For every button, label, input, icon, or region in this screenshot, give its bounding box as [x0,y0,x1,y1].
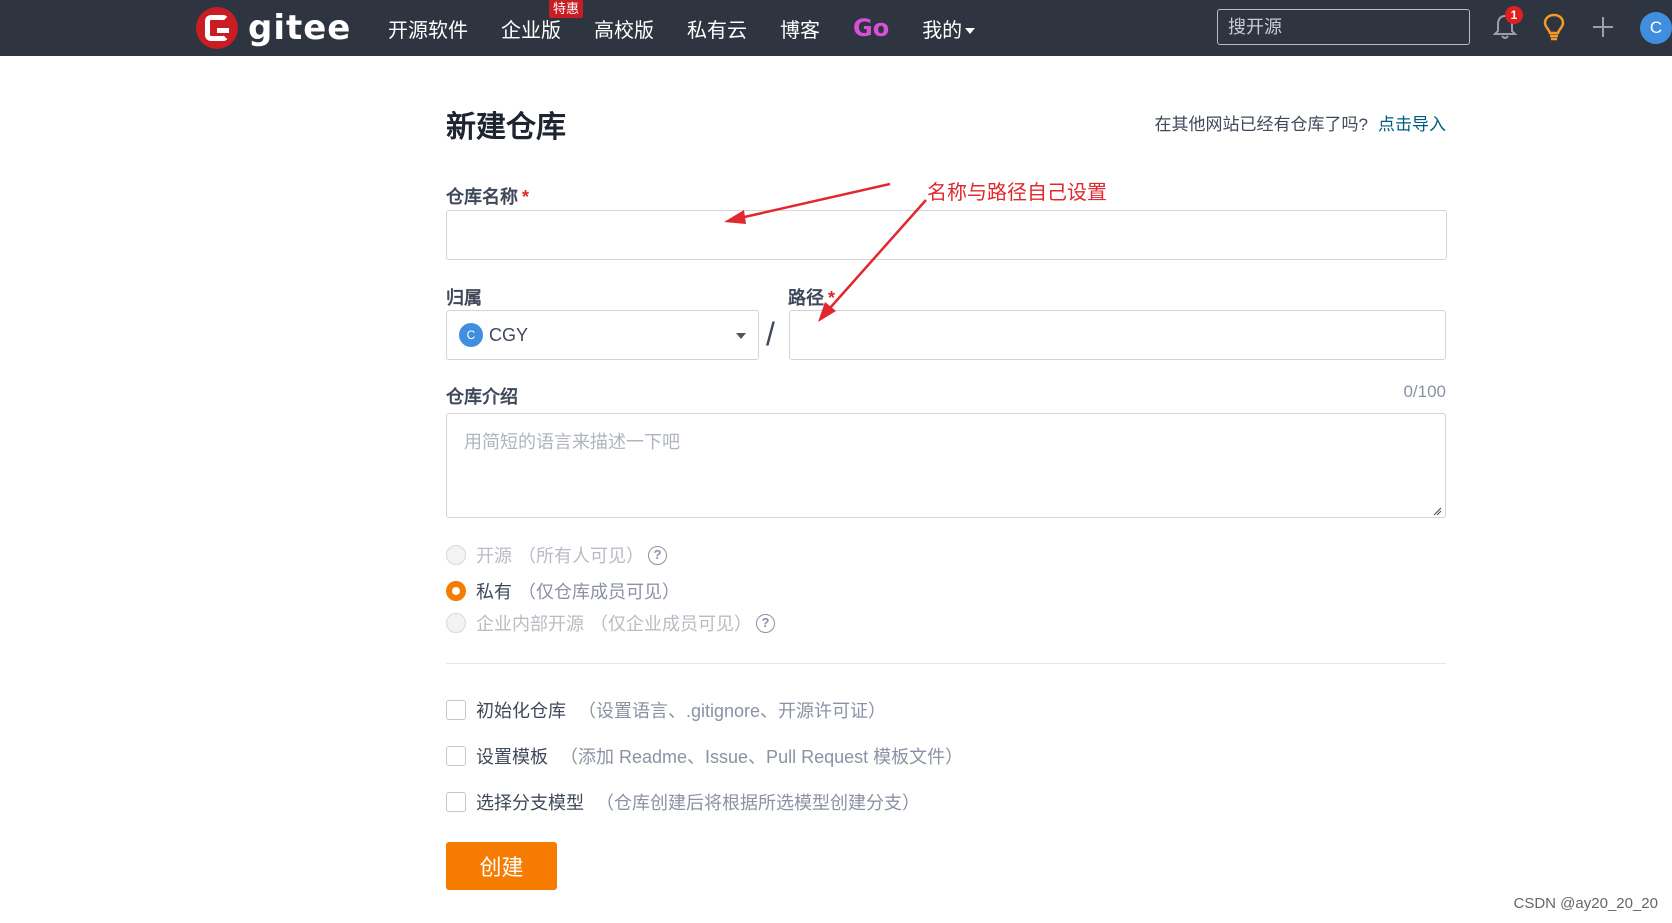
annotation-arrow [818,199,927,322]
annotation-arrows [724,182,927,322]
csdn-watermark: CSDN @ay20_20_20 [1513,895,1658,912]
annotation-arrow [724,182,891,224]
